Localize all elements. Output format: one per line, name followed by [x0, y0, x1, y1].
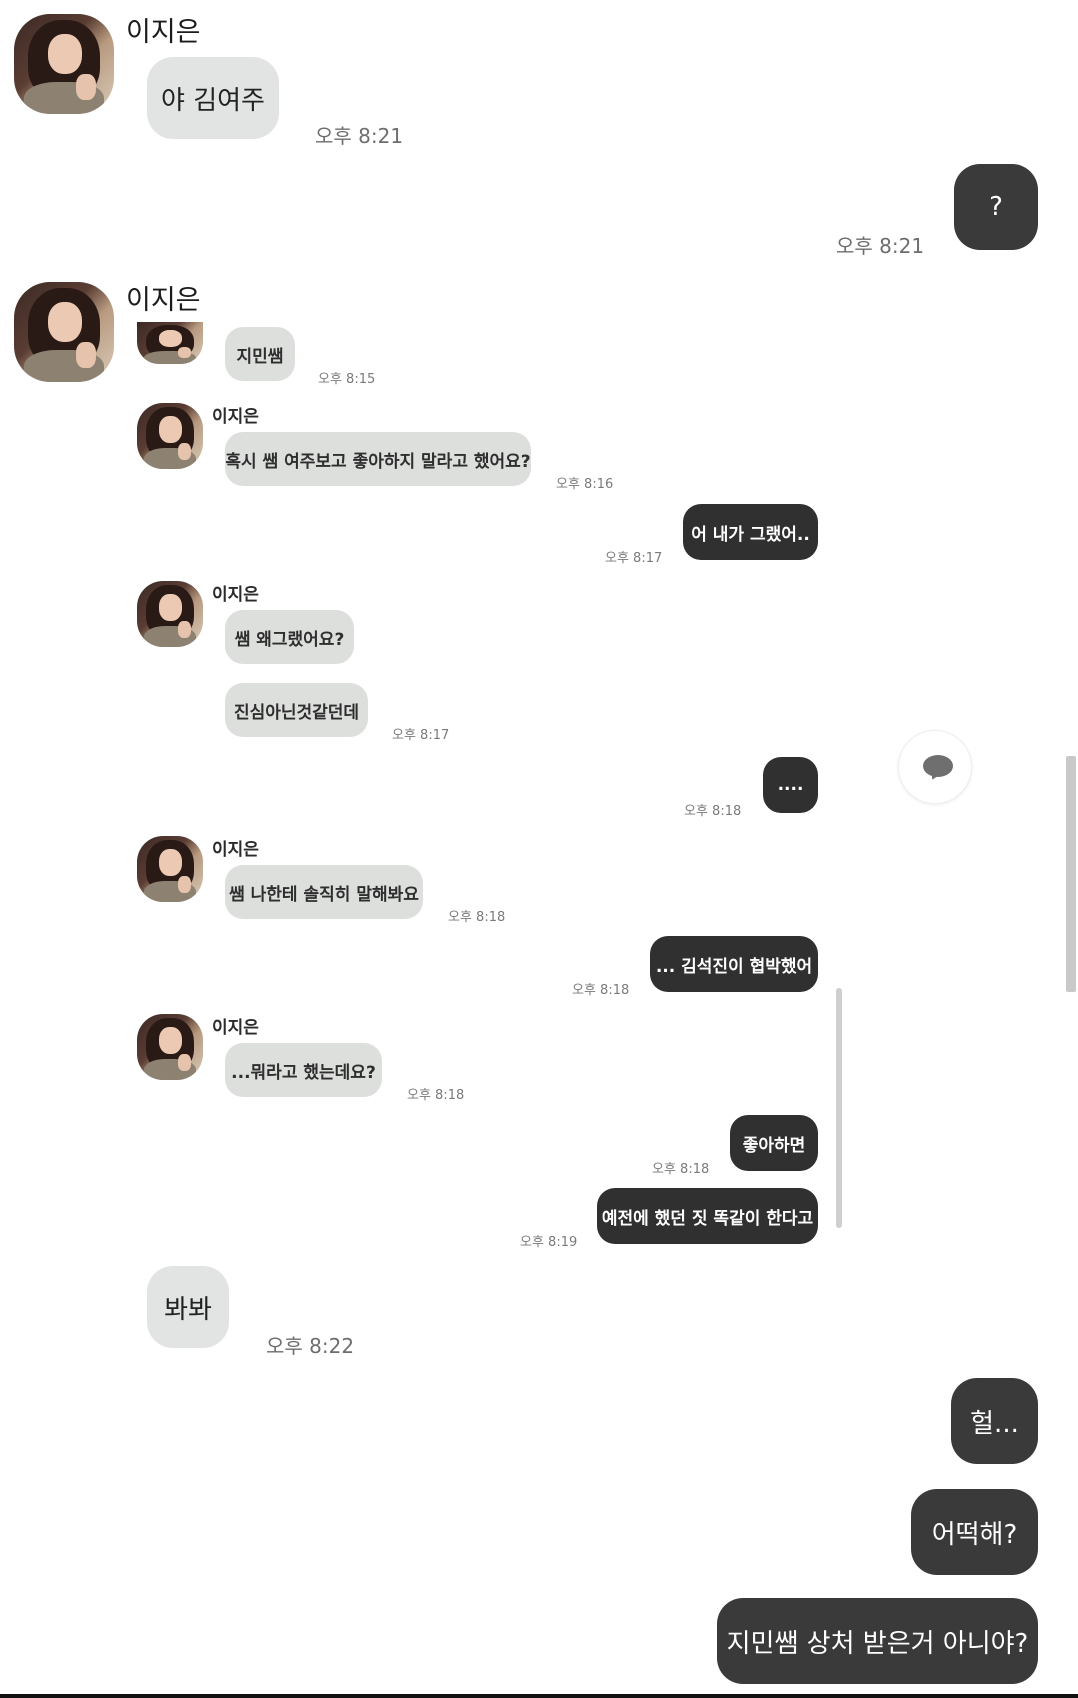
- message-time: 오후 8:22: [266, 1334, 355, 1358]
- avatar: [137, 581, 203, 647]
- message-bubble-incoming[interactable]: 야 김여주: [147, 57, 279, 139]
- message-time: 오후 8:18: [407, 1088, 465, 1103]
- message-bubble-outgoing[interactable]: ?: [954, 164, 1038, 250]
- sender-name: 이지은: [126, 17, 201, 48]
- message-time: 오후 8:16: [556, 477, 614, 492]
- message-time: 오후 8:18: [652, 1162, 710, 1177]
- avatar: [137, 322, 203, 364]
- message-time: 오후 8:18: [684, 804, 742, 819]
- avatar: [137, 403, 203, 469]
- message-time: 오후 8:21: [315, 124, 404, 148]
- speech-bubble-icon: [923, 755, 953, 777]
- message-bubble-incoming: 혹시 쌤 여주보고 좋아하지 말라고 했어요?: [225, 432, 531, 486]
- sender-name: 이지은: [212, 585, 259, 605]
- message-bubble-incoming: 진심아닌것같던데: [225, 683, 368, 737]
- message-time: 오후 8:18: [448, 910, 506, 925]
- message-bubble-outgoing: ....: [763, 757, 818, 813]
- sender-name: 이지은: [212, 407, 259, 427]
- message-bubble-incoming: 쌤 나한테 솔직히 말해봐요: [225, 865, 423, 919]
- message-time: 오후 8:21: [836, 234, 925, 258]
- message-bubble-outgoing[interactable]: 지민쌤 상처 받은거 아니야?: [717, 1598, 1038, 1684]
- message-bubble-outgoing: 예전에 했던 짓 똑같이 한다고: [597, 1188, 818, 1244]
- message-bubble-outgoing: 어 내가 그랬어..: [683, 504, 818, 560]
- message-bubble-incoming[interactable]: 봐봐: [147, 1266, 229, 1348]
- message-bubble-outgoing[interactable]: 어떡해?: [911, 1489, 1038, 1575]
- embedded-scrollbar: [836, 988, 842, 1228]
- avatar[interactable]: [14, 282, 114, 382]
- message-time: 오후 8:17: [605, 551, 663, 566]
- message-bubble-outgoing: 좋아하면: [730, 1115, 818, 1171]
- message-bubble-outgoing: ... 김석진이 협박했어: [650, 936, 818, 992]
- message-bubble-incoming: 쌤 왜그랬어요?: [225, 610, 354, 664]
- message-bubble-incoming: ...뭐라고 했는데요?: [225, 1043, 382, 1097]
- bottom-edge: [0, 1694, 1078, 1698]
- message-time: 오후 8:19: [520, 1235, 578, 1250]
- message-time: 오후 8:18: [572, 983, 630, 998]
- avatar: [137, 836, 203, 902]
- sender-name: 이지은: [212, 840, 259, 860]
- chat-button[interactable]: [898, 730, 972, 804]
- sender-name: 이지은: [212, 1018, 259, 1038]
- message-time: 오후 8:15: [318, 372, 376, 387]
- sender-name: 이지은: [126, 285, 201, 316]
- message-bubble-incoming: 지민쌤: [225, 327, 295, 381]
- avatar[interactable]: [14, 14, 114, 114]
- avatar: [137, 1014, 203, 1080]
- message-bubble-outgoing[interactable]: 헐...: [951, 1378, 1038, 1464]
- message-time: 오후 8:17: [392, 728, 450, 743]
- scrollbar[interactable]: [1066, 756, 1076, 992]
